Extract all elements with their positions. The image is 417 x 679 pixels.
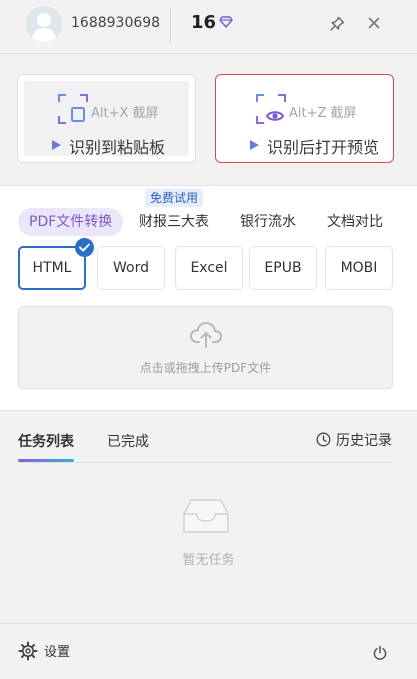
- tab-document-compare[interactable]: 文档对比: [327, 208, 383, 236]
- history-button[interactable]: 历史记录: [316, 430, 392, 450]
- history-label: 历史记录: [336, 433, 392, 449]
- format-mobi-option[interactable]: MOBI: [325, 246, 393, 290]
- close-icon[interactable]: [365, 14, 383, 32]
- screenshot-copy-icon: [58, 94, 88, 124]
- cloud-upload-icon: [189, 321, 223, 348]
- settings-label: 设置: [44, 645, 71, 660]
- gear-icon: [18, 641, 38, 661]
- ocr-to-clipboard-inner: Alt+X 截屏 识别到粘贴板: [24, 81, 189, 157]
- free-trial-badge: 免费试用: [145, 189, 204, 207]
- preview-label: 识别后打开预览: [267, 138, 380, 157]
- footer-bar: 设置: [0, 623, 417, 679]
- empty-inbox-icon: [183, 499, 229, 533]
- empty-state-text: 暂无任务: [182, 553, 235, 568]
- ocr-open-preview-button[interactable]: Alt+Z 截屏 识别后打开预览: [215, 74, 394, 163]
- header-bar: 1688930698 16: [0, 0, 417, 54]
- selected-check-icon: [75, 238, 94, 257]
- clock-icon: [316, 432, 331, 447]
- pin-icon[interactable]: [328, 15, 346, 33]
- conversion-panel: 免费试用 PDF文件转换 财报三大表 银行流水 文档对比 HTML Word E…: [0, 185, 417, 411]
- user-avatar-icon: [26, 6, 62, 42]
- tab-divider: [18, 462, 393, 463]
- tab-financial-statements[interactable]: 财报三大表: [139, 208, 209, 236]
- tab-bank-statement[interactable]: 银行流水: [240, 208, 296, 236]
- format-epub-option[interactable]: EPUB: [249, 246, 317, 290]
- power-icon[interactable]: [372, 645, 388, 661]
- screenshot-preview-icon: [256, 94, 286, 124]
- play-icon: [52, 140, 61, 150]
- clipboard-label: 识别到粘贴板: [69, 138, 166, 157]
- pdf-upload-dropzone[interactable]: 点击或拖拽上传PDF文件: [18, 306, 393, 389]
- header-divider: [170, 8, 171, 42]
- tab-pdf-conversion[interactable]: PDF文件转换: [18, 208, 124, 236]
- clipboard-shortcut: Alt+X 截屏: [91, 106, 159, 121]
- capture-panel: Alt+X 截屏 识别到粘贴板 Alt+Z 截屏 识别后打开预览: [0, 55, 417, 185]
- format-excel-option[interactable]: Excel: [175, 246, 243, 290]
- tab-completed[interactable]: 已完成: [107, 431, 149, 451]
- tasks-panel: 任务列表 已完成 历史记录 暂无任务: [0, 411, 417, 623]
- tab-task-list[interactable]: 任务列表: [18, 431, 74, 451]
- preview-shortcut: Alt+Z 截屏: [289, 106, 357, 121]
- settings-button[interactable]: 设置: [18, 641, 70, 661]
- diamond-icon: [219, 16, 233, 28]
- ocr-to-clipboard-button[interactable]: Alt+X 截屏 识别到粘贴板: [17, 74, 196, 163]
- user-id: 1688930698: [71, 15, 161, 31]
- format-word-option[interactable]: Word: [97, 246, 165, 290]
- user-avatar[interactable]: [26, 6, 62, 42]
- play-icon: [250, 140, 259, 150]
- ocr-open-preview-inner: Alt+Z 截屏 识别后打开预览: [222, 81, 387, 157]
- credits-count: 16: [191, 12, 217, 33]
- upload-hint: 点击或拖拽上传PDF文件: [139, 361, 272, 375]
